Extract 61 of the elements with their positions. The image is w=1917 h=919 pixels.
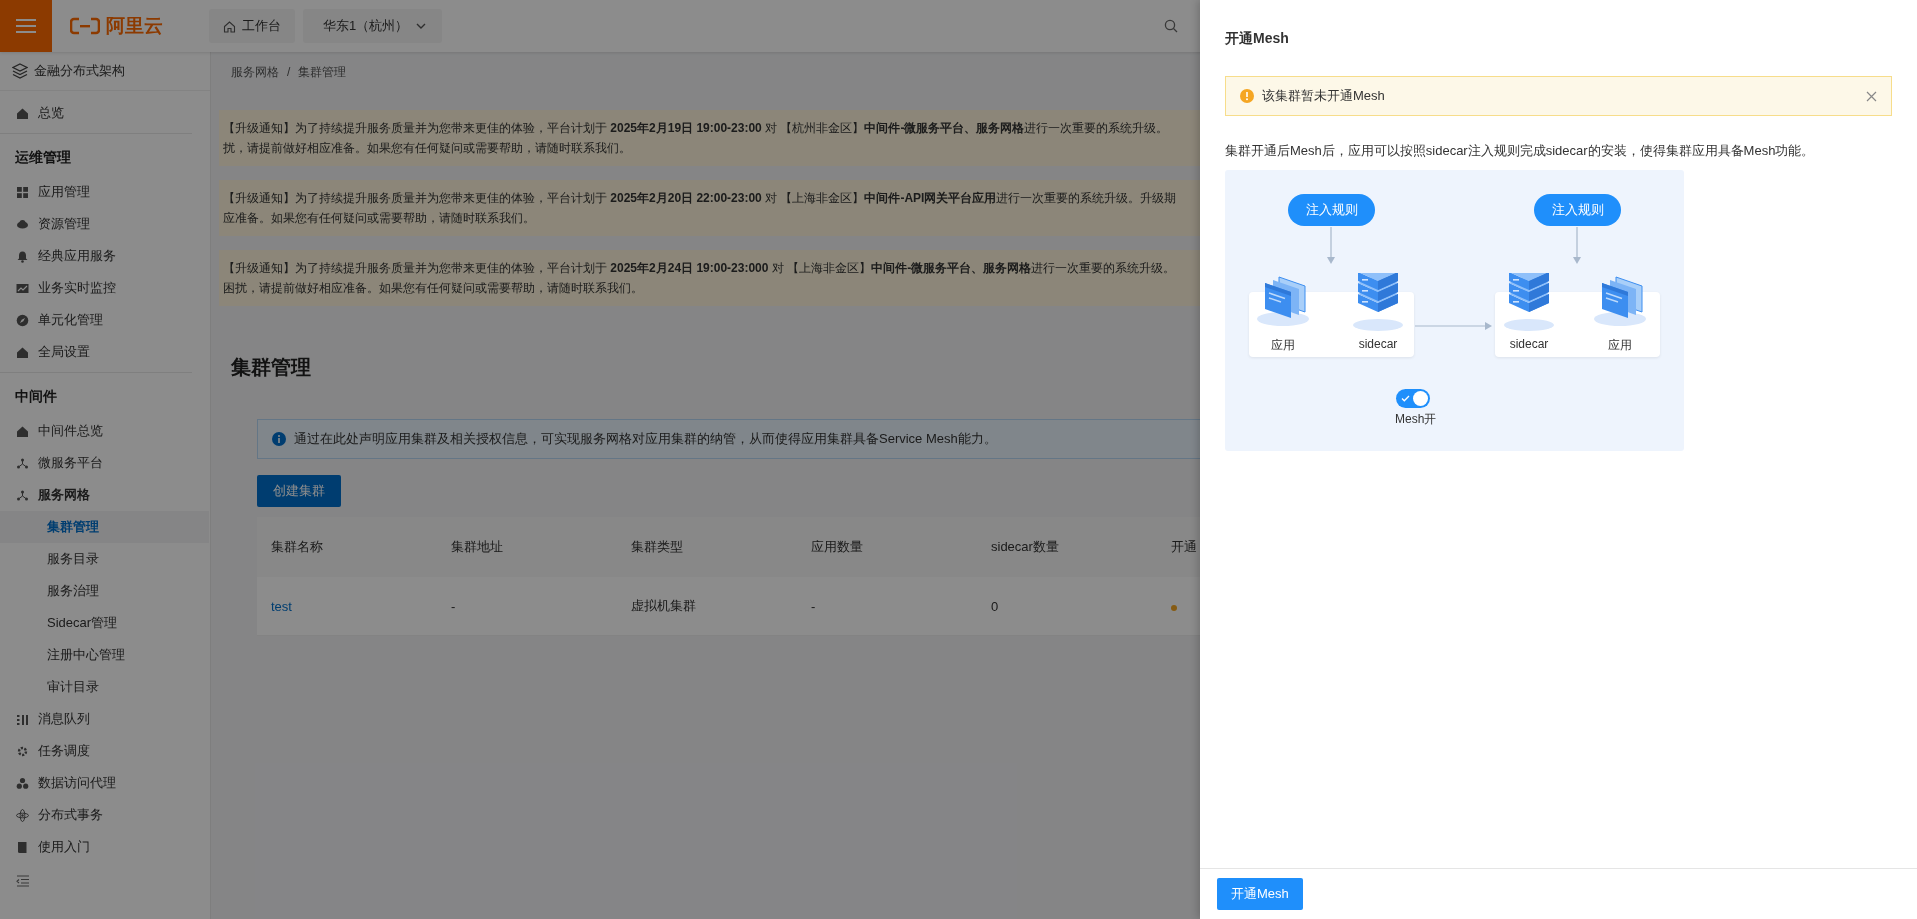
rule-pill: 注入规则	[1288, 194, 1375, 226]
column-header: 应用数量	[811, 539, 863, 554]
table-cell: 虚拟机集群	[631, 598, 696, 613]
nav-item[interactable]: 分布式事务	[0, 799, 209, 831]
workbench-button[interactable]: 工作台	[209, 9, 295, 43]
description-text: 集群开通后Mesh后，应用可以按照sidecar注入规则完成sidecar的安装，使得集群应用具备Mesh功能。	[1225, 142, 1816, 160]
column-header: sidecar数量	[991, 539, 1059, 554]
nav-item[interactable]: 中间件总览	[0, 415, 209, 447]
notice-text: 扰，请提前做好相应准备。如果您有任何疑问或需要帮助，请随时联系我们。	[223, 140, 631, 157]
table-cell: -	[811, 598, 816, 614]
nav-item[interactable]: 微服务平台	[0, 447, 209, 479]
warning-text: 该集群暂未开通Mesh	[1262, 87, 1386, 105]
nav-item[interactable]: 数据访问代理	[0, 767, 209, 799]
product-title: 金融分布式架构	[34, 62, 125, 80]
toggle-label: Mesh开	[1395, 411, 1437, 428]
nav-item[interactable]: 服务网格	[0, 479, 209, 511]
nav-item[interactable]: 单元化管理	[0, 304, 209, 336]
notice-text: 困扰，请提前做好相应准备。如果您有任何疑问或需要帮助，请随时联系我们。	[223, 280, 643, 297]
nav-item[interactable]: 消息队列	[0, 703, 209, 735]
column-header: 集群地址	[451, 539, 503, 554]
column-header: 开通	[1171, 539, 1197, 554]
column-header: 集群类型	[631, 539, 683, 554]
notice-text: 【升级通知】为了持续提升服务质量并为您带来更佳的体验，平台计划于 2025年2月19日 19:00-23:00 对 【杭州非金区】中间件-微服务平台、服务网格进行一次重要的系统升级。	[223, 120, 1169, 137]
page-title: 集群管理	[231, 355, 311, 380]
nav-item[interactable]: 资源管理	[0, 208, 209, 240]
logo-text: 阿里云	[106, 14, 163, 38]
node-label: 应用	[1271, 337, 1295, 354]
nav-subitem[interactable]: 服务治理	[0, 575, 209, 607]
nav-item[interactable]: 总览	[0, 97, 209, 129]
node-label: sidecar	[1509, 337, 1549, 351]
nav-subitem[interactable]: Sidecar管理	[0, 607, 209, 639]
create-cluster-button[interactable]: 创建集群	[257, 475, 341, 507]
column-header: 集群名称	[271, 539, 323, 554]
nav-item[interactable]: 使用入门	[0, 831, 209, 863]
node-label: sidecar	[1358, 337, 1398, 351]
nav-item[interactable]: 任务调度	[0, 735, 209, 767]
breadcrumb-link[interactable]: 服务网格	[231, 63, 279, 81]
table-cell: 0	[991, 598, 999, 614]
nav-item[interactable]: 经典应用服务	[0, 240, 209, 272]
section-heading: 中间件	[14, 387, 58, 406]
nav-subitem[interactable]: 集群管理	[0, 511, 209, 543]
nav-subitem[interactable]: 服务目录	[0, 543, 209, 575]
breadcrumb-separator: /	[287, 65, 291, 79]
node-label: 应用	[1608, 337, 1632, 354]
notice-text: 【升级通知】为了持续提升服务质量并为您带来更佳的体验，平台计划于 2025年2月20日 22:00-23:00 对 【上海非金区】中间件-API网关平台应用进行一次重要的系统升级。升级期	[223, 190, 1177, 207]
drawer-title: 开通Mesh	[1225, 30, 1290, 48]
notice-text: 应准备。如果您有任何疑问或需要帮助，请随时联系我们。	[223, 210, 535, 227]
info-text: 通过在此处声明应用集群及相关授权信息，可实现服务网格对应用集群的纳管，从而使得应用集群具备Service Mesh能力。	[294, 430, 997, 448]
table-cell: -	[451, 598, 456, 614]
region-selector[interactable]: 华东1（杭州）	[303, 9, 443, 43]
cluster-link[interactable]: test	[271, 598, 292, 614]
notice-text: 【升级通知】为了持续提升服务质量并为您带来更佳的体验，平台计划于 2025年2月24日 19:00-23:000 对 【上海非金区】中间件-微服务平台、服务网格进行一次重要的系统升级。	[223, 260, 1176, 277]
nav-subitem[interactable]: 审计目录	[0, 671, 209, 703]
breadcrumb-link[interactable]: 集群管理	[298, 63, 347, 81]
nav-item[interactable]: 应用管理	[0, 176, 209, 208]
section-heading: 运维管理	[14, 148, 72, 167]
nav-item[interactable]: 业务实时监控	[0, 272, 209, 304]
enable-mesh-button[interactable]: 开通Mesh	[1217, 878, 1303, 910]
rule-pill: 注入规则	[1534, 194, 1621, 226]
nav-item[interactable]: 全局设置	[0, 336, 209, 368]
nav-subitem[interactable]: 注册中心管理	[0, 639, 209, 671]
